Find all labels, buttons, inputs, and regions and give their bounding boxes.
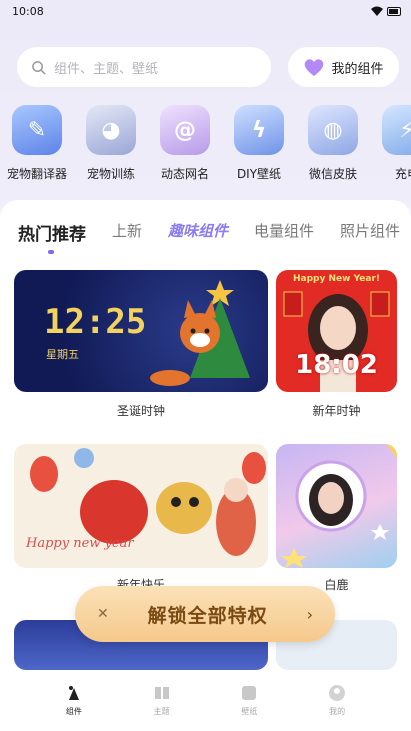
at-sign-icon: @ [160,105,210,155]
widgets-icon [68,686,79,700]
status-time: 10:08 [12,4,44,18]
tab-new[interactable]: 上新 [112,220,142,245]
unlock-premium-banner[interactable]: ✕ 解锁全部特权 › [75,586,335,642]
tab-photo-widgets[interactable]: 照片组件 [340,220,400,245]
category-diy-wallpaper[interactable]: ϟ DIY壁纸 [222,105,296,185]
category-pet-training[interactable]: ◕ 宠物训练 [74,105,148,185]
photo-frame-illustration [281,444,397,568]
ny-time: 18:02 [295,350,378,380]
my-widgets-label: 我的组件 [331,61,384,77]
nav-themes[interactable]: 主题 [137,684,187,717]
tab-hot[interactable]: 热门推荐 [18,220,86,254]
widget-card-deer[interactable] [276,444,397,568]
happy-art-text: Happy new year [26,536,134,551]
bottom-nav: 组件 主题 壁纸 我的 [0,670,411,731]
tab-fun-widgets[interactable]: 趣味组件 [168,220,228,245]
category-pet-translator[interactable]: ✎ 宠物翻译器 [0,105,74,185]
close-icon[interactable]: ✕ [97,606,109,622]
card-label-xmas: 圣诞时钟 [116,404,165,418]
pet-translator-icon: ✎ [12,105,62,155]
tab-battery-widgets[interactable]: 电量组件 [254,220,314,245]
cat-face-icon: ◕ [86,105,136,155]
nav-wallpapers[interactable]: 壁纸 [224,684,274,717]
card-label-new-year: 新年时钟 [312,404,361,418]
category-dynamic-nickname[interactable]: @ 动态网名 [148,105,222,185]
charge-icon: ⚡ [382,105,411,155]
widget-card-xmas-clock[interactable]: 12:25 星期五 [14,270,268,392]
chevron-right-icon: › [306,604,313,624]
lightning-icon: ϟ [234,105,284,155]
tab-bar: 热门推荐 上新 趣味组件 电量组件 照片组件 [18,220,411,254]
nav-widgets[interactable]: 组件 [49,684,99,717]
widget-card-new-year-clock[interactable]: Happy New Year! 18:02 [276,270,397,392]
status-bar: 10:08 [0,0,411,22]
search-input[interactable]: 组件、主题、壁纸 [17,47,271,87]
category-charge[interactable]: ⚡ 充电 [370,105,411,185]
wallpaper-icon [242,686,257,700]
profile-icon [329,685,346,701]
chat-bubble-icon: ◍ [308,105,358,155]
fox-illustration [150,280,250,386]
category-wechat-skin[interactable]: ◍ 微信皮肤 [296,105,370,185]
widget-card-happy-new-year[interactable]: Happy new year [14,444,268,568]
search-icon [32,60,46,75]
themes-icon [154,687,169,699]
my-widgets-button[interactable]: 我的组件 [288,47,399,87]
battery-icon [387,6,401,16]
category-row: ✎ 宠物翻译器 ◕ 宠物训练 @ 动态网名 ϟ DIY壁纸 ◍ 微信皮肤 ⚡ 充… [0,105,411,185]
nav-profile[interactable]: 我的 [312,684,362,717]
status-icons [371,6,401,16]
xmas-day: 星期五 [46,348,79,361]
search-placeholder: 组件、主题、壁纸 [54,61,159,77]
heart-icon [305,59,324,76]
wifi-icon [371,6,383,16]
xmas-time: 12:25 [44,302,147,342]
unlock-label: 解锁全部特权 [147,604,268,627]
